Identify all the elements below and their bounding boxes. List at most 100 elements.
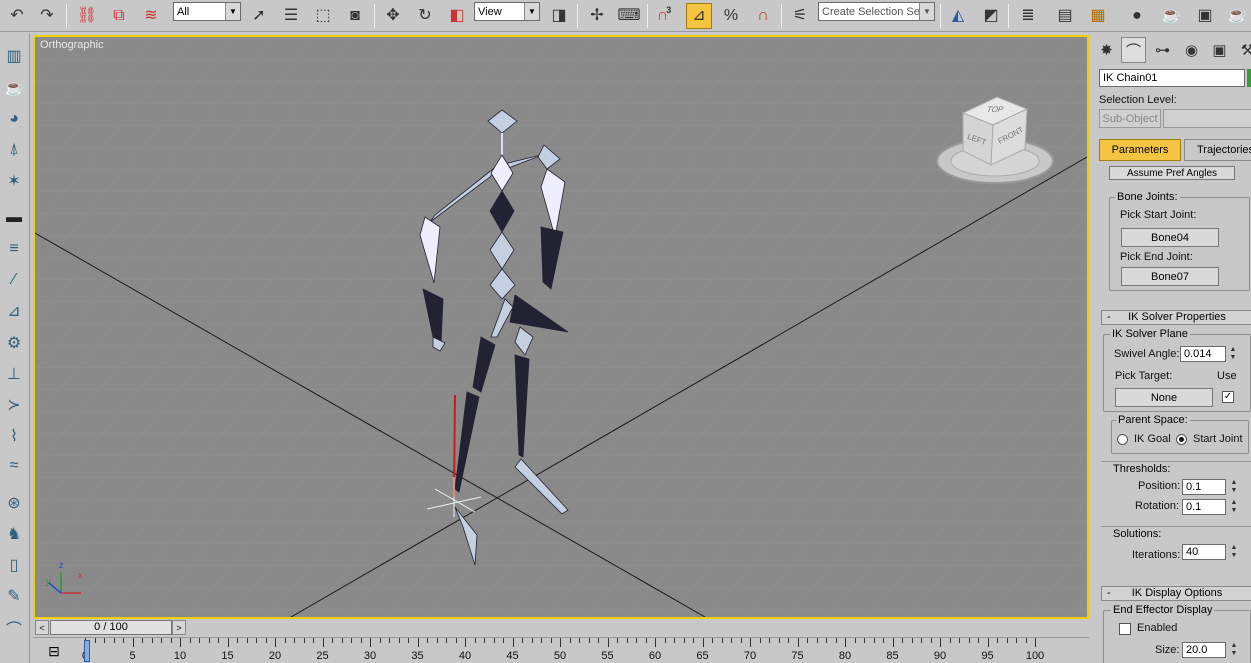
time-prev-button[interactable]: < bbox=[35, 620, 49, 635]
plane-icon[interactable]: ⊥ bbox=[1, 361, 27, 387]
modify-tab-icon[interactable]: ⌒ bbox=[1121, 37, 1146, 63]
display-tab-icon[interactable]: ▣ bbox=[1207, 37, 1232, 63]
material-editor-icon[interactable]: ● bbox=[1124, 3, 1150, 29]
render-icon[interactable]: ☕ bbox=[1224, 3, 1250, 29]
spinner-arrows-icon[interactable]: ▲ ▼ bbox=[1229, 544, 1239, 560]
start-joint-radio[interactable] bbox=[1176, 434, 1187, 445]
rotate-icon[interactable]: ↻ bbox=[412, 3, 438, 29]
pick-end-joint-button[interactable]: Bone07 bbox=[1121, 267, 1219, 286]
orthographic-viewport[interactable]: Orthographic x z y TOP LEFT FRONT bbox=[33, 35, 1089, 619]
time-slider[interactable]: 0 / 100 bbox=[50, 620, 172, 635]
spinner-arrows-icon[interactable]: ▲ ▼ bbox=[1229, 642, 1239, 658]
percent-snap-icon[interactable]: % bbox=[718, 3, 744, 29]
utilities-tab-icon[interactable]: ⚒ bbox=[1235, 37, 1251, 63]
hierarchy-tab-icon[interactable]: ⊶ bbox=[1150, 37, 1175, 63]
tab-parameters[interactable]: Parameters bbox=[1099, 139, 1181, 161]
fish-icon[interactable]: ≻ bbox=[1, 392, 27, 418]
pick-target-button[interactable]: None bbox=[1115, 388, 1213, 407]
torus-knot-icon[interactable]: ⊛ bbox=[1, 490, 27, 516]
stack-icon[interactable]: ≡ bbox=[1, 236, 27, 262]
size-field[interactable]: 20.0 bbox=[1182, 642, 1226, 658]
track-bar[interactable]: ⊟ 05101520253035404550556065707580859095… bbox=[33, 637, 1089, 663]
viewcube-top-face[interactable]: TOP bbox=[985, 105, 1005, 114]
pivot-icon[interactable]: ◨ bbox=[546, 3, 572, 29]
assume-pref-angles-button[interactable]: Assume Pref Angles bbox=[1109, 166, 1235, 180]
object-name-field[interactable]: IK Chain01 bbox=[1099, 69, 1245, 87]
tube-icon[interactable]: ⁄ bbox=[1, 267, 27, 293]
sphere-icon[interactable]: ◕ bbox=[1, 106, 27, 132]
rotation-threshold-field[interactable]: 0.1 bbox=[1182, 499, 1226, 515]
move-icon[interactable]: ✥ bbox=[380, 3, 406, 29]
ik-solver-properties-rollout[interactable]: - IK Solver Properties bbox=[1101, 310, 1251, 325]
align-icon[interactable]: ◩ bbox=[978, 3, 1004, 29]
schematic-view-icon[interactable]: ▦ bbox=[1085, 3, 1111, 29]
mirror-icon[interactable]: ◭ bbox=[945, 3, 971, 29]
layer-manager-icon[interactable]: ≣ bbox=[1015, 3, 1041, 29]
rect-selection-icon[interactable]: ⬚ bbox=[310, 3, 336, 29]
angle-snap-icon[interactable]: ⊿ bbox=[686, 3, 712, 29]
named-selection-sets-dropdown[interactable]: Create Selection Set ▼ bbox=[818, 2, 935, 21]
track-tick bbox=[1006, 638, 1008, 643]
time-next-button[interactable]: > bbox=[172, 620, 186, 635]
track-ruler[interactable]: 0510152025303540455055606570758085909510… bbox=[82, 638, 1085, 663]
render-setup-icon[interactable]: ☕ bbox=[1158, 3, 1184, 29]
viewcube[interactable]: TOP LEFT FRONT bbox=[933, 89, 1057, 189]
spinner-arrows-icon[interactable]: ▲ ▼ bbox=[1228, 346, 1238, 362]
box-icon[interactable]: ▬ bbox=[1, 205, 27, 231]
create-tab-icon[interactable]: ✸ bbox=[1094, 37, 1119, 63]
selection-filter-dropdown[interactable]: All ▼ bbox=[173, 2, 241, 21]
cone-icon[interactable]: ⍋ bbox=[1, 137, 27, 163]
select-and-link-icon[interactable]: ⛓ bbox=[74, 3, 100, 29]
rendered-frame-icon[interactable]: ▣ bbox=[1192, 3, 1218, 29]
sub-object-dropdown[interactable] bbox=[1163, 109, 1251, 128]
track-tick-label: 45 bbox=[506, 650, 519, 662]
ik-display-options-rollout[interactable]: - IK Display Options bbox=[1101, 586, 1251, 601]
manipulate-icon[interactable]: ✢ bbox=[584, 3, 610, 29]
track-tick bbox=[674, 638, 675, 643]
track-tick bbox=[531, 638, 533, 643]
reference-coord-dropdown[interactable]: View ▼ bbox=[474, 2, 540, 21]
ripple-icon[interactable]: ≈ bbox=[1, 453, 27, 479]
paint-icon[interactable]: ✎ bbox=[1, 583, 27, 609]
track-bar-key-icon[interactable]: ⊟ bbox=[43, 641, 65, 661]
undo-icon[interactable]: ↶ bbox=[4, 3, 30, 29]
ik-goal-radio[interactable] bbox=[1117, 434, 1128, 445]
select-by-name-icon[interactable]: ☰ bbox=[278, 3, 304, 29]
object-color-swatch[interactable] bbox=[1247, 69, 1251, 87]
biped-icon[interactable]: ♞ bbox=[1, 521, 27, 547]
use-target-checkbox[interactable]: ✓ bbox=[1222, 391, 1234, 403]
current-frame-marker[interactable] bbox=[84, 640, 90, 662]
position-threshold-field[interactable]: 0.1 bbox=[1182, 479, 1226, 495]
tab-trajectories[interactable]: Trajectories bbox=[1184, 139, 1251, 161]
swivel-angle-field[interactable]: 0.014 bbox=[1180, 346, 1226, 362]
star-icon[interactable]: ✶ bbox=[1, 168, 27, 194]
redo-icon[interactable]: ↷ bbox=[34, 3, 60, 29]
select-object-icon[interactable]: ➚ bbox=[246, 3, 272, 29]
snaps-toggle-icon[interactable]: ∩ 3 bbox=[652, 3, 678, 29]
unlink-icon[interactable]: ⧉ bbox=[106, 3, 132, 29]
gear-icon[interactable]: ⚙ bbox=[1, 330, 27, 356]
iterations-field[interactable]: 40 bbox=[1182, 544, 1226, 560]
curve-editor-icon[interactable]: ▤ bbox=[1052, 3, 1078, 29]
bind-space-warp-icon[interactable]: ≋ bbox=[138, 3, 164, 29]
sub-object-button[interactable]: Sub-Object bbox=[1099, 109, 1161, 128]
cylinder-icon[interactable]: ▯ bbox=[1, 552, 27, 578]
pick-start-joint-button[interactable]: Bone04 bbox=[1121, 228, 1219, 247]
enabled-checkbox[interactable] bbox=[1119, 623, 1131, 635]
track-tick bbox=[1016, 638, 1017, 643]
scale-icon[interactable]: ◧ bbox=[444, 3, 470, 29]
wave-icon[interactable]: ⌇ bbox=[1, 423, 27, 449]
motion-tab-icon[interactable]: ◉ bbox=[1179, 37, 1204, 63]
keyboard-shortcut-icon[interactable]: ⌨ bbox=[616, 3, 642, 29]
spinner-snap-icon[interactable]: ∩ bbox=[750, 3, 776, 29]
teapot-icon[interactable]: ☕ bbox=[1, 75, 27, 101]
track-tick bbox=[199, 638, 200, 643]
edit-named-selections-icon[interactable]: ⚟ bbox=[787, 3, 813, 29]
hose-icon[interactable]: ⌒ bbox=[1, 615, 27, 641]
pyramid-icon[interactable]: ⊿ bbox=[1, 298, 27, 324]
window-crossing-icon[interactable]: ◙ bbox=[342, 3, 368, 29]
viewport-label[interactable]: Orthographic bbox=[40, 39, 104, 51]
spinner-arrows-icon[interactable]: ▲ ▼ bbox=[1229, 479, 1239, 495]
spinner-arrows-icon[interactable]: ▲ ▼ bbox=[1229, 499, 1239, 515]
bone-tools-icon[interactable]: ▥ bbox=[1, 43, 27, 69]
